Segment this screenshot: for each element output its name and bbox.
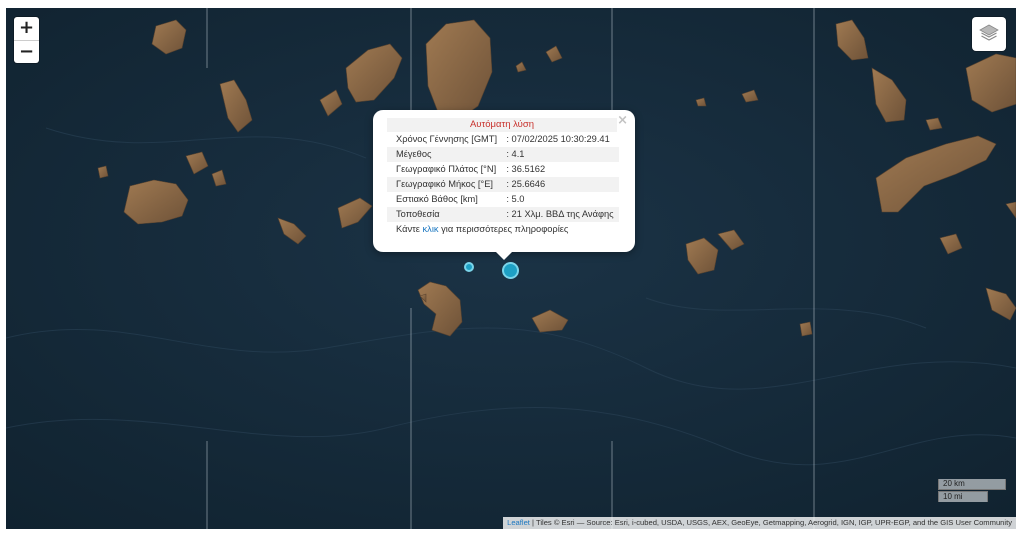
row-label: Γεωγραφικό Μήκος [°E] bbox=[387, 177, 503, 192]
table-row: Γεωγραφικό Πλάτος [°N] : 36.5162 bbox=[387, 162, 619, 177]
row-value: : 36.5162 bbox=[506, 164, 546, 174]
table-row: Μέγεθος : 4.1 bbox=[387, 147, 619, 162]
row-value: : 5.0 bbox=[506, 194, 525, 204]
earthquake-marker[interactable] bbox=[502, 262, 519, 279]
earthquake-popup: × Αυτόματη λύση Χρόνος Γέννησης [GMT] : … bbox=[373, 110, 635, 252]
popup-title: Αυτόματη λύση bbox=[387, 118, 617, 132]
table-row: Χρόνος Γέννησης [GMT] : 07/02/2025 10:30… bbox=[387, 132, 619, 147]
zoom-control: + − bbox=[14, 17, 39, 63]
layers-button[interactable] bbox=[972, 17, 1006, 51]
layers-icon bbox=[978, 21, 1000, 48]
scale-km: 20 km bbox=[938, 479, 1006, 490]
info-table: Χρόνος Γέννησης [GMT] : 07/02/2025 10:30… bbox=[387, 132, 619, 222]
row-label: Εστιακό Βάθος [km] bbox=[396, 194, 478, 204]
screenshot-frame: + − × Αυτόματη λύση Χρόνος Γέννησης [GMT… bbox=[0, 0, 1024, 537]
more-info-text: Κάντε κλικ για περισσότερες πληροφορίες bbox=[387, 224, 621, 234]
row-label: Μέγεθος bbox=[387, 147, 503, 162]
leaflet-link[interactable]: Leaflet bbox=[507, 518, 530, 527]
table-row: Γεωγραφικό Μήκος [°E] : 25.6646 bbox=[387, 177, 619, 192]
more-prefix: Κάντε bbox=[396, 224, 423, 234]
row-value: : 4.1 bbox=[502, 147, 619, 162]
popup-close-button[interactable]: × bbox=[617, 113, 628, 128]
attribution: Leaflet | Tiles © Esri — Source: Esri, i… bbox=[503, 517, 1016, 529]
row-value: : 21 Χλμ. ΒΒΔ της Ανάφης bbox=[502, 207, 619, 222]
scale-mi: 10 mi bbox=[938, 491, 988, 502]
table-row: Εστιακό Βάθος [km] : 5.0 bbox=[387, 192, 619, 207]
attribution-text: | Tiles © Esri — Source: Esri, i-cubed, … bbox=[529, 518, 1012, 527]
zoom-in-button[interactable]: + bbox=[14, 17, 39, 40]
row-label: Χρόνος Γέννησης [GMT] bbox=[396, 134, 498, 144]
satellite-map[interactable]: + − bbox=[6, 8, 1016, 529]
more-info-link[interactable]: κλικ bbox=[423, 224, 439, 234]
row-label: Γεωγραφικό Πλάτος [°N] bbox=[396, 164, 497, 174]
more-suffix: για περισσότερες πληροφορίες bbox=[438, 224, 569, 234]
row-value: : 25.6646 bbox=[502, 177, 619, 192]
earthquake-marker-small[interactable] bbox=[464, 262, 474, 272]
popup-tip bbox=[494, 250, 514, 260]
row-value: : 07/02/2025 10:30:29.41 bbox=[506, 134, 610, 144]
zoom-out-button[interactable]: − bbox=[14, 40, 39, 63]
scale-bar: 20 km 10 mi bbox=[938, 479, 1006, 502]
row-label: Τοποθεσία bbox=[387, 207, 503, 222]
table-row: Τοποθεσία : 21 Χλμ. ΒΒΔ της Ανάφης bbox=[387, 207, 619, 222]
